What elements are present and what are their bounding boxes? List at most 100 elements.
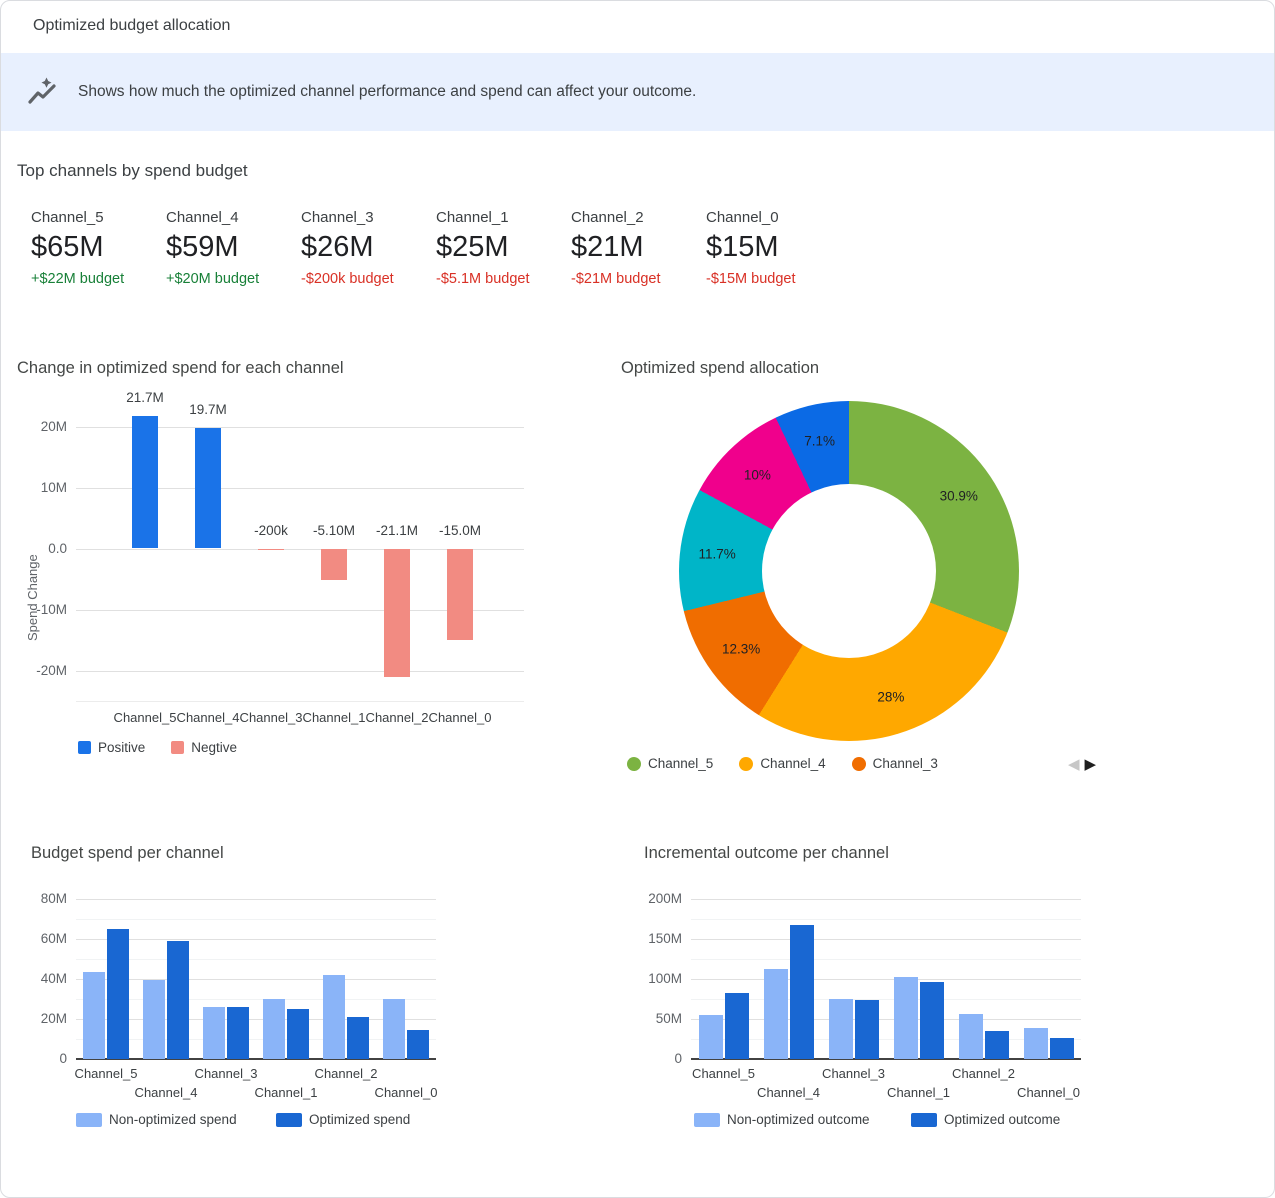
chart-title: Budget spend per channel — [31, 844, 224, 863]
bar-opt-Channel_5 — [725, 993, 749, 1059]
legend-item-channel_3[interactable]: Channel_3 — [852, 756, 938, 771]
top-channels-section-title: Top channels by spend budget — [17, 161, 248, 181]
legend-label: Non-optimized spend — [109, 1112, 237, 1127]
bar-value-label: -15.0M — [439, 523, 481, 538]
channel-stat: Channel_2$21M-$21M budget — [571, 209, 706, 287]
legend: Channel_5 Channel_4 Channel_3 — [627, 756, 938, 771]
x-category-label: Channel_2 — [315, 1066, 378, 1081]
bar-nonopt-Channel_0 — [383, 999, 405, 1059]
channel-value: $21M — [571, 231, 706, 264]
bar-value-label: -21.1M — [376, 523, 418, 538]
legend-label: Negtive — [191, 740, 237, 755]
legend-item-optimized[interactable]: Optimized spend — [276, 1112, 410, 1127]
gridline-minor — [691, 1039, 1081, 1040]
legend-item-non-optimized[interactable]: Non-optimized spend — [76, 1112, 237, 1127]
gridline — [76, 1019, 436, 1020]
channel-name: Channel_5 — [31, 209, 166, 226]
bar-Channel_2 — [384, 549, 410, 678]
legend-item-channel_4[interactable]: Channel_4 — [739, 756, 825, 771]
gridline — [691, 1019, 1081, 1020]
x-category-label: Channel_1 — [255, 1085, 318, 1100]
gridline — [691, 939, 1081, 940]
gridline-minor — [691, 959, 1081, 960]
gridline-minor — [691, 919, 1081, 920]
legend-prev-arrow[interactable]: ◀ — [1068, 756, 1080, 774]
x-category-label: Channel_1 — [887, 1085, 950, 1100]
x-category-label: Channel_5 — [114, 710, 177, 725]
plot-area — [76, 396, 524, 701]
x-category-label: Channel_4 — [177, 710, 240, 725]
bar-value-label: -5.10M — [313, 523, 355, 538]
gridline — [76, 671, 524, 672]
incremental-outcome-chart: Incremental outcome per channel 050M100M… — [644, 844, 1106, 1149]
legend-item-negtive[interactable]: Negtive — [171, 740, 237, 755]
bar-opt-Channel_2 — [985, 1031, 1009, 1059]
x-category-label: Channel_3 — [240, 710, 303, 725]
channel-stat: Channel_0$15M-$15M budget — [706, 209, 841, 287]
x-category-label: Channel_5 — [692, 1066, 755, 1081]
bar-Channel_0 — [447, 549, 473, 641]
y-tick-label: 200M — [644, 891, 682, 906]
x-category-label: Channel_0 — [375, 1085, 438, 1100]
legend-label: Channel_5 — [648, 756, 713, 771]
channel-value: $26M — [301, 231, 436, 264]
bar-opt-Channel_1 — [287, 1009, 309, 1059]
gridline-minor — [76, 1039, 436, 1040]
channel-stat: Channel_1$25M-$5.1M budget — [436, 209, 571, 287]
bar-nonopt-Channel_4 — [764, 969, 788, 1059]
y-tick-label: 60M — [31, 931, 67, 946]
gridline — [691, 979, 1081, 980]
bar-opt-Channel_0 — [407, 1030, 429, 1059]
spend-change-chart: Change in optimized spend for each chann… — [17, 359, 562, 769]
y-tick-label: 20M — [31, 1011, 67, 1026]
legend-item-optimized[interactable]: Optimized outcome — [911, 1112, 1060, 1127]
bar-Channel_1 — [321, 549, 347, 580]
slice-percent-label: 12.3% — [722, 641, 760, 656]
channel-name: Channel_4 — [166, 209, 301, 226]
bar-opt-Channel_3 — [227, 1007, 249, 1059]
spend-allocation-donut-chart: Optimized spend allocation 30.9%28%12.3%… — [621, 359, 1131, 789]
bar-nonopt-Channel_4 — [143, 980, 165, 1059]
y-axis-title: Spend Change — [25, 456, 40, 641]
bar-Channel_4 — [195, 428, 221, 548]
bar-nonopt-Channel_2 — [959, 1014, 983, 1059]
legend-swatch — [627, 757, 641, 771]
channel-name: Channel_0 — [706, 209, 841, 226]
y-tick-label: 80M — [31, 891, 67, 906]
gridline — [76, 979, 436, 980]
legend-label: Channel_3 — [873, 756, 938, 771]
insights-icon — [26, 76, 58, 108]
bar-opt-Channel_5 — [107, 929, 129, 1059]
bar-value-label: 21.7M — [126, 390, 164, 405]
x-category-label: Channel_0 — [429, 710, 492, 725]
y-tick-label: 40M — [31, 971, 67, 986]
plot-area — [76, 891, 436, 1059]
bar-opt-Channel_3 — [855, 1000, 879, 1059]
bar-opt-Channel_1 — [920, 982, 944, 1059]
legend-swatch — [911, 1113, 937, 1127]
legend-item-channel_5[interactable]: Channel_5 — [627, 756, 713, 771]
x-category-label: Channel_4 — [135, 1085, 198, 1100]
x-category-label: Channel_1 — [303, 710, 366, 725]
legend-label: Channel_4 — [760, 756, 825, 771]
y-tick-label: 0 — [31, 1051, 67, 1066]
channel-delta: -$5.1M budget — [436, 271, 571, 287]
y-tick-label: 150M — [644, 931, 682, 946]
bar-opt-Channel_4 — [167, 941, 189, 1059]
optimized-budget-allocation-card: Optimized budget allocation Shows how mu… — [0, 0, 1275, 1198]
channel-value: $15M — [706, 231, 841, 264]
legend-next-arrow[interactable]: ▶ — [1085, 756, 1097, 774]
chart-title: Incremental outcome per channel — [644, 844, 889, 863]
banner-text: Shows how much the optimized channel per… — [78, 83, 696, 101]
gridline — [76, 939, 436, 940]
x-category-label: Channel_4 — [757, 1085, 820, 1100]
gridline — [76, 899, 436, 900]
channel-name: Channel_3 — [301, 209, 436, 226]
bar-nonopt-Channel_5 — [83, 972, 105, 1059]
bar-nonopt-Channel_1 — [894, 977, 918, 1059]
legend-item-non-optimized[interactable]: Non-optimized outcome — [694, 1112, 870, 1127]
y-tick-label: 20M — [17, 419, 67, 434]
legend-swatch — [852, 757, 866, 771]
legend-item-positive[interactable]: Positive — [78, 740, 145, 755]
bar-nonopt-Channel_5 — [699, 1015, 723, 1059]
